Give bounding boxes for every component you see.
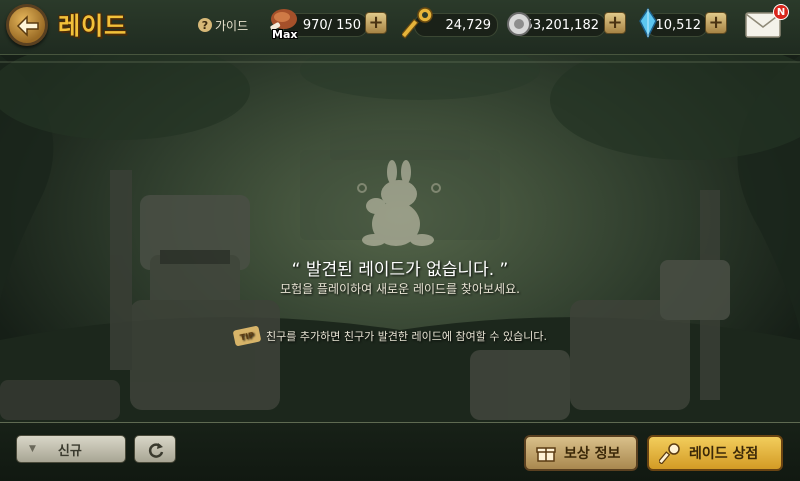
stamina-value: 970/ 150 (302, 17, 361, 33)
filter-label: 신규 (57, 443, 82, 459)
coin-icon (507, 12, 531, 36)
empty-state-subtitle: 모험을 플레이하여 새로운 레이드를 찾아보세요. (280, 282, 520, 296)
rabbit-icon (357, 160, 441, 246)
guide-button[interactable]: ? 가이드 (198, 16, 248, 34)
refresh-icon (148, 443, 164, 458)
page-title: 레이드 (58, 12, 128, 40)
back-button[interactable] (6, 4, 48, 46)
key-icon (402, 7, 433, 39)
chevron-down-icon: ▼ (29, 444, 36, 454)
stamina-plus-button[interactable]: + (365, 12, 387, 34)
crystal-value: 10,512 (655, 17, 702, 33)
guide-label: 가이드 (215, 18, 249, 33)
refresh-button[interactable] (134, 435, 176, 463)
gold-plus-button[interactable]: + (604, 12, 626, 34)
crystal-plus-button[interactable]: + (705, 12, 727, 34)
question-icon: ? (198, 18, 212, 32)
reward-info-label: 보상 정보 (564, 446, 621, 462)
tip-text: 친구를 추가하면 친구가 발견한 레이드에 참여할 수 있습니다. (266, 330, 547, 343)
back-arrow-icon (16, 15, 39, 37)
raid-shop-button[interactable]: 레이드 상점 (647, 435, 783, 471)
mail-badge: N (773, 4, 789, 20)
tip-tag: TIP (232, 325, 262, 347)
crystal-icon (639, 7, 657, 39)
empty-state-title: “ 발견된 레이드가 없습니다. ” (291, 260, 509, 280)
tip-row: TIP 친구를 추가하면 친구가 발견한 레이드에 참여할 수 있습니다. (232, 325, 547, 347)
keys-value: 24,729 (445, 17, 492, 33)
gift-icon (536, 443, 556, 463)
raid-shop-label: 레이드 상점 (689, 446, 759, 462)
stamina-max-label: Max (272, 28, 298, 41)
reward-info-button[interactable]: 보상 정보 (524, 435, 638, 471)
gold-value: 53,201,182 (524, 17, 599, 33)
shop-key-icon (659, 442, 681, 464)
filter-dropdown[interactable]: ▼ 신규 (16, 435, 126, 463)
